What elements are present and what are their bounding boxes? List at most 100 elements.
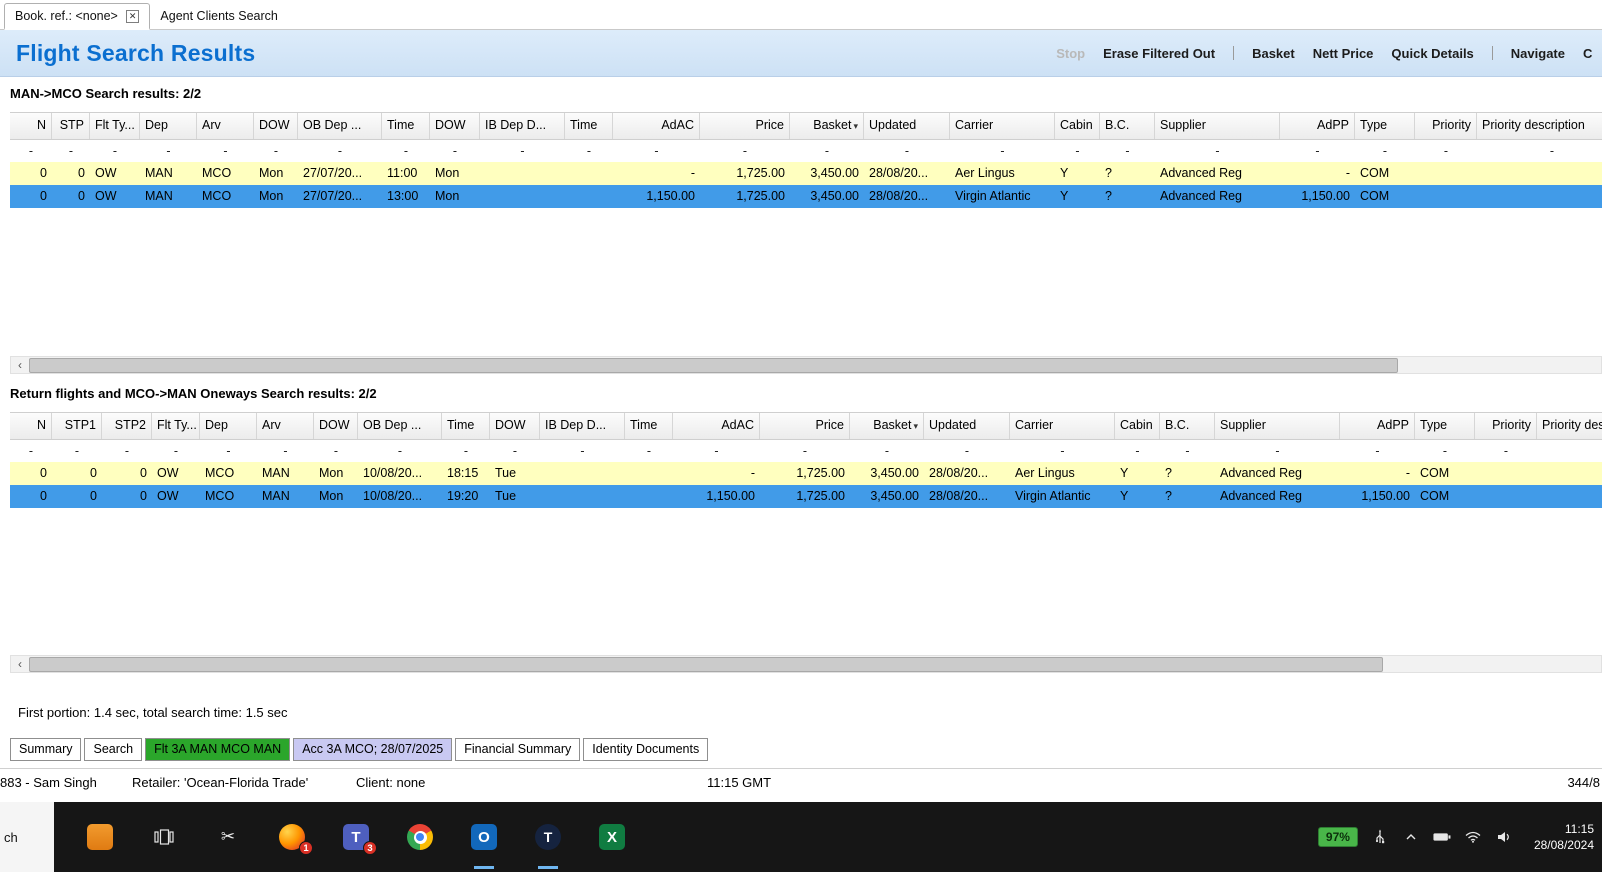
column-header-time[interactable]: Time bbox=[625, 413, 673, 439]
filter-cell-b-c[interactable]: - bbox=[1160, 440, 1215, 462]
column-header-priority-description[interactable]: Priority description bbox=[1477, 113, 1602, 139]
outlook-icon[interactable]: O bbox=[470, 823, 498, 869]
task-view-icon[interactable] bbox=[150, 823, 178, 851]
flight-result-row-2[interactable]: 0 0 0 OW MCO MAN Mon 10/08/20... 19:20 Tue 1,150.0… bbox=[10, 485, 1602, 508]
column-header-updated[interactable]: Updated bbox=[924, 413, 1010, 439]
wifi-icon[interactable] bbox=[1464, 828, 1482, 846]
snipping-tool-icon[interactable]: ✂ bbox=[214, 823, 242, 851]
filter-cell-arv[interactable]: - bbox=[197, 140, 254, 162]
filter-cell-basket[interactable]: - bbox=[850, 440, 924, 462]
filter-cell-dep[interactable]: - bbox=[200, 440, 257, 462]
filter-cell-time[interactable]: - bbox=[382, 140, 430, 162]
tab-booking-ref[interactable]: Book. ref.: <none> ✕ bbox=[4, 3, 151, 30]
column-header-ob-dep[interactable]: OB Dep ... bbox=[358, 413, 442, 439]
hscrollbar-thumb[interactable] bbox=[29, 357, 1399, 373]
filter-cell-dep[interactable]: - bbox=[140, 140, 197, 162]
filter-cell-priority-description[interactable]: - bbox=[1477, 140, 1602, 162]
quick-details-button[interactable]: Quick Details bbox=[1391, 46, 1473, 61]
flight-result-row-1[interactable]: 0 0 OW MAN MCO Mon 27/07/20... 11:00 Mon - 1,725.0… bbox=[10, 162, 1602, 185]
column-header-carrier[interactable]: Carrier bbox=[950, 113, 1055, 139]
navigate-button[interactable]: Navigate bbox=[1511, 46, 1565, 61]
filter-cell-priority[interactable]: - bbox=[1415, 140, 1477, 162]
tab-summary[interactable]: Summary bbox=[10, 738, 82, 761]
filter-cell-basket[interactable]: - bbox=[790, 140, 864, 162]
firefox-icon[interactable]: 1 bbox=[278, 823, 313, 855]
column-header-arv[interactable]: Arv bbox=[197, 113, 254, 139]
taskbar-clock[interactable]: 11:15 28/08/2024 bbox=[1534, 821, 1594, 853]
filter-cell-ib-dep-d[interactable]: - bbox=[540, 440, 625, 462]
chrome-icon[interactable] bbox=[406, 823, 434, 851]
filter-cell-flt-ty[interactable]: - bbox=[152, 440, 200, 462]
filter-cell-updated[interactable]: - bbox=[864, 140, 950, 162]
filter-cell-priority[interactable]: - bbox=[1475, 440, 1537, 462]
excel-icon[interactable]: X bbox=[598, 823, 626, 851]
column-header-stp2[interactable]: STP2 bbox=[102, 413, 152, 439]
usb-icon[interactable] bbox=[1371, 828, 1389, 846]
column-header-priority-description[interactable]: Priority description bbox=[1537, 413, 1602, 439]
column-header-priority[interactable]: Priority bbox=[1475, 413, 1537, 439]
taskbar-search-box[interactable]: ch bbox=[0, 802, 54, 872]
nett-price-button[interactable]: Nett Price bbox=[1313, 46, 1374, 61]
filter-cell-stp1[interactable]: - bbox=[52, 440, 102, 462]
filter-cell-adpp[interactable]: - bbox=[1280, 140, 1355, 162]
column-header-n[interactable]: N bbox=[10, 113, 52, 139]
column-header-adac[interactable]: AdAC bbox=[673, 413, 760, 439]
column-header-dow[interactable]: DOW bbox=[254, 113, 298, 139]
column-header-b-c[interactable]: B.C. bbox=[1160, 413, 1215, 439]
column-header-ib-dep-d[interactable]: IB Dep D... bbox=[540, 413, 625, 439]
outbound-hscrollbar[interactable]: ‹ bbox=[10, 356, 1602, 374]
filter-cell-time[interactable]: - bbox=[625, 440, 673, 462]
column-header-time[interactable]: Time bbox=[442, 413, 490, 439]
filter-cell-arv[interactable]: - bbox=[257, 440, 314, 462]
column-header-carrier[interactable]: Carrier bbox=[1010, 413, 1115, 439]
filter-cell-n[interactable]: - bbox=[10, 140, 52, 162]
column-header-stp[interactable]: STP bbox=[52, 113, 90, 139]
column-header-adpp[interactable]: AdPP bbox=[1280, 113, 1355, 139]
tab-financial-summary[interactable]: Financial Summary bbox=[455, 738, 581, 761]
column-header-price[interactable]: Price bbox=[760, 413, 850, 439]
column-header-supplier[interactable]: Supplier bbox=[1215, 413, 1340, 439]
column-header-ob-dep[interactable]: OB Dep ... bbox=[298, 113, 382, 139]
orange-app-icon[interactable] bbox=[86, 823, 114, 851]
column-header-time[interactable]: Time bbox=[382, 113, 430, 139]
column-header-basket[interactable]: Basket ▾ bbox=[790, 113, 864, 139]
erase-filtered-out-button[interactable]: Erase Filtered Out bbox=[1103, 46, 1215, 61]
hscrollbar-thumb[interactable] bbox=[29, 656, 1383, 672]
column-header-dep[interactable]: Dep bbox=[200, 413, 257, 439]
filter-cell-cabin[interactable]: - bbox=[1115, 440, 1160, 462]
column-header-n[interactable]: N bbox=[10, 413, 52, 439]
filter-cell-carrier[interactable]: - bbox=[950, 140, 1055, 162]
column-header-price[interactable]: Price bbox=[700, 113, 790, 139]
column-header-time[interactable]: Time bbox=[565, 113, 613, 139]
column-header-supplier[interactable]: Supplier bbox=[1155, 113, 1280, 139]
column-header-basket[interactable]: Basket ▾ bbox=[850, 413, 924, 439]
tab-agent-clients-search[interactable]: Agent Clients Search bbox=[150, 2, 287, 29]
filter-cell-dow[interactable]: - bbox=[490, 440, 540, 462]
filter-cell-n[interactable]: - bbox=[10, 440, 52, 462]
filter-cell-ob-dep[interactable]: - bbox=[358, 440, 442, 462]
tab-search[interactable]: Search bbox=[84, 738, 143, 761]
filter-cell-cabin[interactable]: - bbox=[1055, 140, 1100, 162]
filter-cell-type[interactable]: - bbox=[1415, 440, 1475, 462]
flight-result-row-1[interactable]: 0 0 0 OW MCO MAN Mon 10/08/20... 18:15 Tue - 1,725.… bbox=[10, 462, 1602, 485]
column-header-adac[interactable]: AdAC bbox=[613, 113, 700, 139]
filter-cell-carrier[interactable]: - bbox=[1010, 440, 1115, 462]
column-header-updated[interactable]: Updated bbox=[864, 113, 950, 139]
flight-result-row-2[interactable]: 0 0 OW MAN MCO Mon 27/07/20... 13:00 Mon 1,150.00… bbox=[10, 185, 1602, 208]
filter-cell-price[interactable]: - bbox=[760, 440, 850, 462]
column-header-flt-ty[interactable]: Flt Ty... bbox=[152, 413, 200, 439]
filter-cell-flt-ty[interactable]: - bbox=[90, 140, 140, 162]
filter-cell-priority-description[interactable]: - bbox=[1537, 440, 1602, 462]
scroll-left-button[interactable]: ‹ bbox=[11, 656, 29, 672]
column-header-cabin[interactable]: Cabin bbox=[1115, 413, 1160, 439]
column-header-type[interactable]: Type bbox=[1415, 413, 1475, 439]
filter-cell-dow[interactable]: - bbox=[254, 140, 298, 162]
filter-cell-dow[interactable]: - bbox=[314, 440, 358, 462]
filter-cell-supplier[interactable]: - bbox=[1155, 140, 1280, 162]
filter-cell-supplier[interactable]: - bbox=[1215, 440, 1340, 462]
filter-cell-updated[interactable]: - bbox=[924, 440, 1010, 462]
filter-cell-time[interactable]: - bbox=[442, 440, 490, 462]
column-header-dow[interactable]: DOW bbox=[314, 413, 358, 439]
tab-acc-mco[interactable]: Acc 3A MCO; 28/07/2025 bbox=[293, 738, 453, 761]
column-header-ib-dep-d[interactable]: IB Dep D... bbox=[480, 113, 565, 139]
